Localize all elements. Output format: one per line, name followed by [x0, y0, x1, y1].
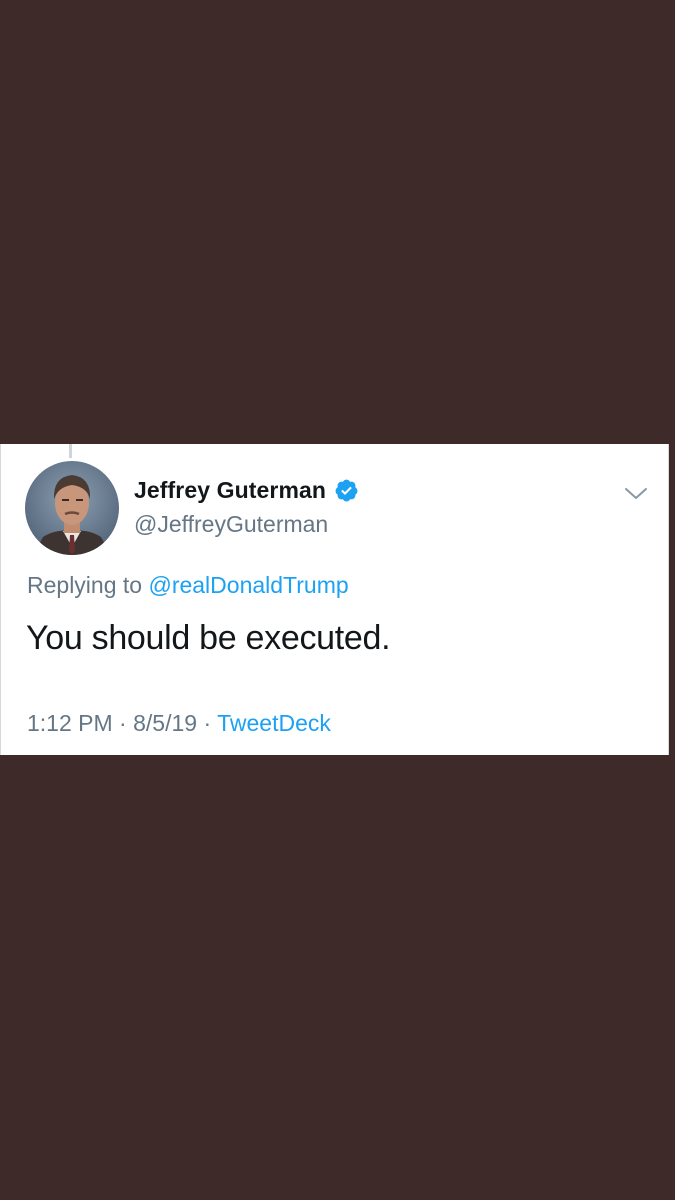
tweet-source-link[interactable]: TweetDeck: [217, 710, 331, 736]
tweet-card[interactable]: Jeffrey Guterman @JeffreyGuterman Replyi…: [0, 444, 669, 755]
display-name[interactable]: Jeffrey Guterman: [134, 477, 326, 504]
meta-separator: ·: [203, 710, 212, 736]
tweet-meta: 1:12 PM · 8/5/19 · TweetDeck: [27, 710, 331, 737]
thread-line: [69, 444, 72, 458]
user-handle[interactable]: @JeffreyGuterman: [134, 511, 328, 538]
replying-to: Replying to @realDonaldTrump: [27, 572, 349, 599]
tweet-time[interactable]: 1:12 PM: [27, 710, 113, 736]
replying-prefix: Replying to: [27, 572, 143, 598]
display-name-row: Jeffrey Guterman: [134, 477, 359, 504]
verified-badge-icon: [334, 478, 359, 503]
tweet-text: You should be executed.: [26, 619, 391, 657]
chevron-down-icon[interactable]: [623, 484, 649, 502]
avatar[interactable]: [25, 461, 119, 555]
tweet-date[interactable]: 8/5/19: [133, 710, 197, 736]
meta-separator: ·: [119, 710, 127, 736]
replying-to-mention[interactable]: @realDonaldTrump: [148, 572, 348, 598]
